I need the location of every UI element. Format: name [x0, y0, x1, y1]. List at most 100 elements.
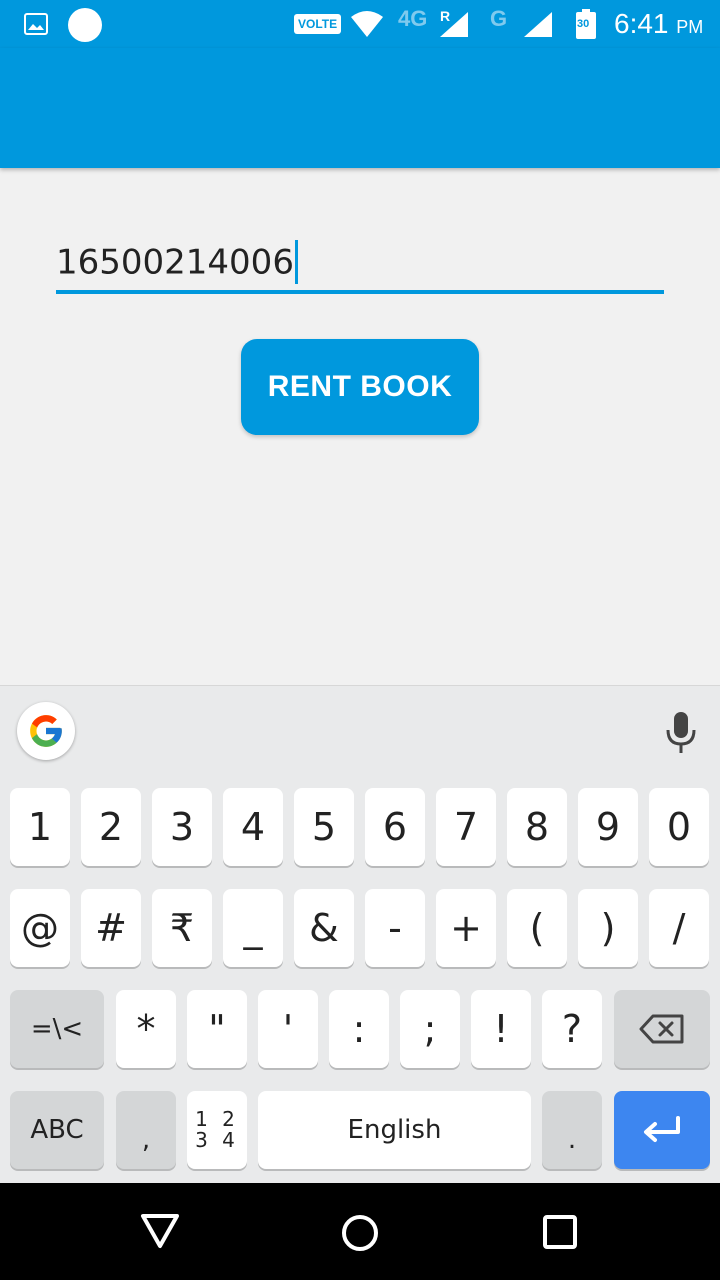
- key-plus[interactable]: +: [436, 889, 496, 967]
- more-symbols-key[interactable]: =\<: [10, 990, 104, 1068]
- backspace-icon: [639, 1014, 684, 1044]
- key-label: _: [243, 906, 263, 950]
- key-rupee[interactable]: ₹: [152, 889, 212, 967]
- key-label: 4: [240, 805, 266, 849]
- key-label: ;: [423, 1007, 437, 1051]
- rent-book-label: RENT BOOK: [267, 370, 453, 403]
- key-open-paren[interactable]: (: [507, 889, 567, 967]
- key-8[interactable]: 8: [507, 788, 567, 866]
- key-close-paren[interactable]: ): [578, 889, 638, 967]
- key-2[interactable]: 2: [81, 788, 141, 866]
- key-label: 2: [98, 805, 124, 849]
- soft-keyboard: 1 2 3 4 5 6 7 8 9 0 @ # ₹ _ & - + ( ) / …: [0, 685, 720, 1184]
- number-pad-label: 1 2 3 4: [195, 1109, 239, 1151]
- number-pad-label-bottom: 3 4: [195, 1128, 239, 1152]
- key-label: (: [529, 906, 545, 950]
- number-pad-label-top: 1 2: [195, 1107, 239, 1131]
- battery-level: 30: [577, 18, 590, 30]
- key-slash[interactable]: /: [649, 889, 709, 967]
- key-label: 9: [595, 805, 621, 849]
- input-underline: [56, 290, 664, 294]
- key-hash[interactable]: #: [81, 889, 141, 967]
- book-id-input[interactable]: 16500214006: [56, 232, 664, 294]
- key-label: 6: [382, 805, 408, 849]
- key-question[interactable]: ?: [542, 990, 602, 1068]
- key-single-quote[interactable]: ': [258, 990, 318, 1068]
- circle-notification-icon: [68, 8, 102, 42]
- book-id-text: 16500214006: [56, 242, 294, 283]
- key-7[interactable]: 7: [436, 788, 496, 866]
- network-g-label: G: [490, 6, 508, 31]
- book-id-value: 16500214006: [56, 240, 298, 286]
- back-icon[interactable]: [140, 1213, 180, 1249]
- rent-book-button[interactable]: RENT BOOK: [241, 339, 479, 435]
- key-semicolon[interactable]: ;: [400, 990, 460, 1068]
- key-label: *: [136, 1007, 156, 1051]
- abc-key[interactable]: ABC: [10, 1091, 104, 1169]
- key-label: @: [21, 906, 59, 950]
- key-label: ,: [141, 1125, 151, 1155]
- key-colon[interactable]: :: [329, 990, 389, 1068]
- volte-badge: VOLTE: [294, 14, 342, 34]
- google-search-button[interactable]: [17, 702, 75, 760]
- key-5[interactable]: 5: [294, 788, 354, 866]
- key-double-quote[interactable]: ": [187, 990, 247, 1068]
- key-label: ": [208, 1007, 226, 1051]
- key-label: ABC: [30, 1115, 84, 1145]
- navigation-bar: [0, 1183, 720, 1280]
- clock-ampm: PM: [676, 17, 704, 37]
- key-label: :: [352, 1007, 366, 1051]
- key-label: 0: [666, 805, 692, 849]
- key-1[interactable]: 1: [10, 788, 70, 866]
- app-bar: [0, 48, 720, 168]
- google-g-icon: [30, 715, 62, 747]
- battery-icon: 30: [576, 9, 596, 39]
- key-0[interactable]: 0: [649, 788, 709, 866]
- key-label: .: [567, 1125, 577, 1155]
- number-pad-key[interactable]: 1 2 3 4: [187, 1091, 247, 1169]
- network-4g-label: 4G: [398, 6, 428, 31]
- key-label: 8: [524, 805, 550, 849]
- microphone-icon[interactable]: [662, 710, 700, 756]
- clock: 6:41 PM: [614, 8, 703, 40]
- enter-key[interactable]: [614, 1091, 710, 1169]
- key-9[interactable]: 9: [578, 788, 638, 866]
- key-exclamation[interactable]: !: [471, 990, 531, 1068]
- key-label: ': [282, 1007, 294, 1051]
- key-label: &: [309, 906, 339, 950]
- key-ampersand[interactable]: &: [294, 889, 354, 967]
- key-label: +: [450, 906, 482, 950]
- key-underscore[interactable]: _: [223, 889, 283, 967]
- key-label: 1: [27, 805, 53, 849]
- backspace-key[interactable]: [614, 990, 710, 1068]
- clock-time: 6:41: [614, 8, 669, 39]
- key-minus[interactable]: -: [365, 889, 425, 967]
- space-key[interactable]: English: [258, 1091, 531, 1169]
- key-label: =\<: [30, 1014, 84, 1044]
- status-bar: VOLTE 4G R G 30 6:41 PM: [0, 0, 720, 48]
- wifi-icon: [351, 11, 383, 37]
- key-asterisk[interactable]: *: [116, 990, 176, 1068]
- key-label: ?: [561, 1007, 583, 1051]
- key-label: #: [95, 906, 127, 950]
- key-label: ₹: [169, 906, 195, 950]
- key-label: 3: [169, 805, 195, 849]
- key-label: English: [347, 1115, 442, 1145]
- comma-key[interactable]: ,: [116, 1091, 176, 1169]
- key-at[interactable]: @: [10, 889, 70, 967]
- key-4[interactable]: 4: [223, 788, 283, 866]
- key-label: ): [600, 906, 616, 950]
- recents-icon[interactable]: [542, 1214, 578, 1250]
- text-cursor: [294, 240, 298, 284]
- home-icon[interactable]: [340, 1213, 380, 1253]
- key-label: 7: [453, 805, 479, 849]
- gallery-icon: [24, 13, 48, 35]
- key-label: 5: [311, 805, 337, 849]
- key-label: !: [493, 1007, 509, 1051]
- signal-icon: [440, 12, 468, 37]
- enter-icon: [644, 1116, 680, 1142]
- period-key[interactable]: .: [542, 1091, 602, 1169]
- key-label: /: [672, 906, 686, 950]
- key-6[interactable]: 6: [365, 788, 425, 866]
- key-3[interactable]: 3: [152, 788, 212, 866]
